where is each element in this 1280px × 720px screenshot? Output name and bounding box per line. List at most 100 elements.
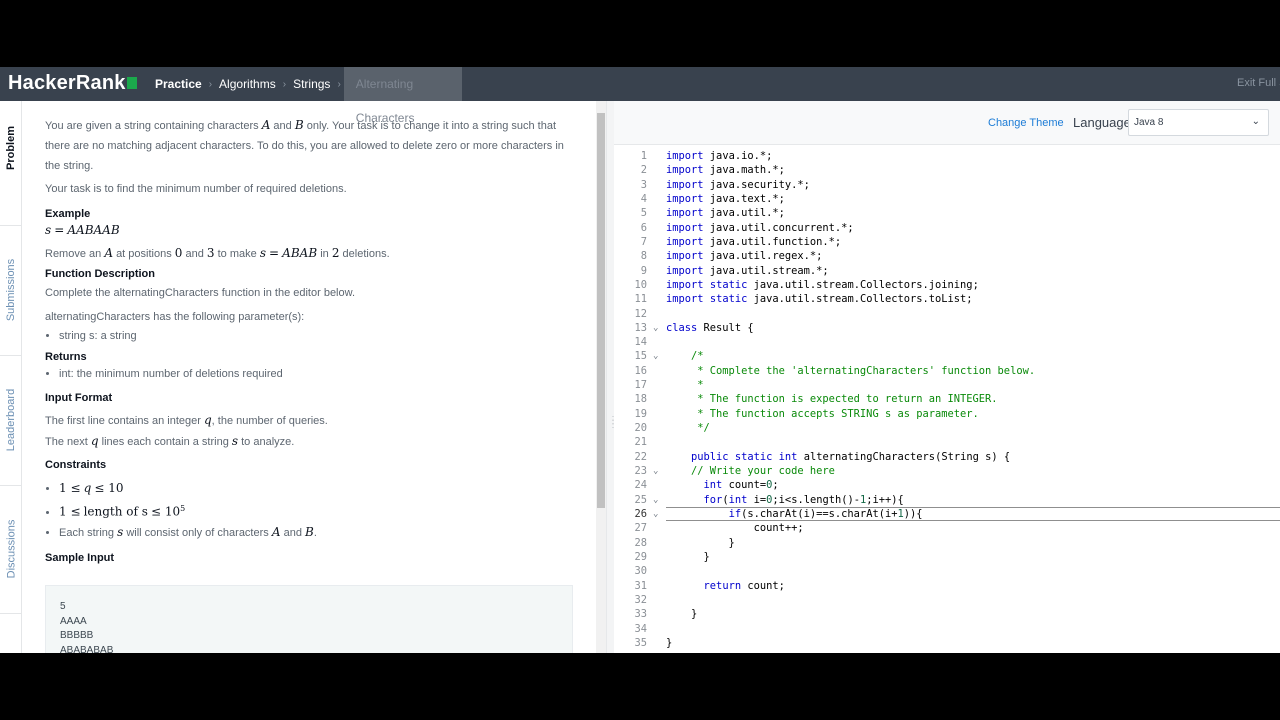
text: . — [313, 526, 317, 539]
breadcrumb-strings[interactable]: Strings — [293, 77, 330, 91]
code-text: import java.util.*; — [666, 207, 785, 220]
breadcrumb-algorithms[interactable]: Algorithms — [219, 77, 276, 91]
change-theme-link[interactable]: Change Theme — [988, 117, 1064, 129]
code-line[interactable]: 18 * The function is expected to return … — [614, 392, 1251, 406]
code-line[interactable]: 32 — [614, 593, 1251, 607]
text: You are given a string containing charac… — [45, 120, 259, 132]
line-number: 7 — [640, 235, 647, 248]
code-line[interactable]: 5 import java.util.*; — [614, 206, 1251, 220]
line-number: 20 — [634, 422, 647, 435]
returns-heading: Returns — [45, 351, 87, 363]
code-text: } — [666, 608, 698, 621]
sample-line: BBBBB — [60, 630, 94, 641]
app-frame: HackerRank Practice › Algorithms › Strin… — [0, 67, 1280, 653]
fold-chevron-icon[interactable]: ⌄ — [653, 464, 658, 478]
code-line[interactable]: 9 import java.util.stream.*; — [614, 264, 1251, 278]
code-line[interactable]: 1 import java.io.*; — [614, 149, 1251, 163]
tab-problem[interactable]: Problem — [0, 101, 22, 195]
text: and — [283, 526, 302, 539]
code-line[interactable]: 8 import java.util.regex.*; — [614, 249, 1251, 263]
code-line[interactable]: 21 — [614, 435, 1251, 449]
code-line[interactable]: 23 ⌄ // Write your code here — [614, 464, 1251, 478]
code-text: import static java.util.stream.Collector… — [666, 278, 979, 291]
code-line[interactable]: 29 } — [614, 550, 1251, 564]
code-text: return count; — [703, 579, 785, 592]
code-line[interactable]: 27 count++; — [614, 521, 1251, 535]
language-select[interactable]: Java 8 ⌄ — [1128, 109, 1269, 136]
code-line[interactable]: 24 int count=0; — [614, 478, 1251, 492]
text: and — [185, 248, 204, 260]
exit-fullscreen-link[interactable]: Exit Full S — [1237, 77, 1280, 89]
function-description-text: Complete the alternatingCharacters funct… — [45, 287, 356, 299]
text: are no matching adjacent characters. To … — [45, 140, 564, 172]
line-number: 15 — [634, 350, 647, 363]
example-explanation: Remove an A at positions 0 and 3 to make… — [45, 243, 577, 264]
code-line[interactable]: 7 import java.util.function.*; — [614, 235, 1251, 249]
sample-input-box: 5 AAAA BBBBB ABABABAB — [45, 585, 573, 653]
code-line[interactable]: 34 — [614, 622, 1251, 636]
code-line[interactable]: 14 — [614, 335, 1251, 349]
tab-leaderboard[interactable]: Leaderboard — [0, 355, 22, 485]
line-number: 5 — [640, 207, 647, 220]
code-line[interactable]: 31 return count; — [614, 579, 1251, 593]
text: to make — [217, 248, 257, 260]
list-item: int: the minimum number of deletions req… — [59, 365, 577, 384]
math-num: ≤ 10 — [151, 504, 181, 519]
code-line[interactable]: 16 * Complete the 'alternatingCharacters… — [614, 364, 1251, 378]
tab-leaderboard-label: Leaderboard — [5, 388, 18, 452]
line-number: 28 — [634, 536, 647, 549]
split-pane-divider[interactable] — [606, 101, 614, 653]
code-line[interactable]: 30 — [614, 564, 1251, 578]
code-text: int count=0; — [703, 479, 779, 492]
fold-chevron-icon[interactable]: ⌄ — [653, 321, 658, 335]
code-line[interactable]: 26 ⌄ if(s.charAt(i)==s.charAt(i+1)){ — [614, 507, 1280, 521]
math-var: q — [203, 413, 212, 427]
line-number: 6 — [640, 221, 647, 234]
code-text: for(int i=0;i<s.length()-1;i++){ — [703, 493, 904, 506]
math-var: B — [294, 118, 304, 132]
fold-chevron-icon[interactable]: ⌄ — [653, 349, 658, 363]
code-line[interactable]: 6 import java.util.concurrent.*; — [614, 221, 1251, 235]
intro-paragraph: You are given a string containing charac… — [45, 115, 577, 176]
code-line[interactable]: 17 * — [614, 378, 1251, 392]
fold-chevron-icon[interactable]: ⌄ — [653, 507, 658, 521]
function-description-heading: Function Description — [45, 268, 155, 280]
problem-scrollbar-thumb[interactable] — [597, 113, 605, 508]
line-number: 22 — [634, 450, 647, 463]
constraints-list: 1 ≤ q ≤ 10 1 ≤ length of s ≤ 105 Each st… — [45, 478, 577, 543]
hackerrank-logo[interactable]: HackerRank — [8, 72, 137, 95]
code-text: import static java.util.stream.Collector… — [666, 293, 973, 306]
code-line[interactable]: 4 import java.text.*; — [614, 192, 1251, 206]
code-line[interactable]: 13 ⌄ class Result { — [614, 321, 1251, 335]
sample-line: ABABABAB — [60, 644, 114, 654]
code-editor[interactable]: 1 import java.io.*; 2 import java.math.*; 3 i… — [614, 149, 1280, 653]
code-line[interactable]: 15 ⌄ /* — [614, 349, 1251, 363]
code-line[interactable]: 33 } — [614, 607, 1251, 621]
math-var: B — [305, 524, 314, 539]
math-var: s — [45, 223, 52, 237]
code-line[interactable]: 35} — [614, 636, 1251, 650]
code-line[interactable]: 11 import static java.util.stream.Collect… — [614, 292, 1251, 306]
breadcrumb-practice[interactable]: Practice — [155, 77, 202, 91]
math-exponent: 5 — [180, 504, 186, 513]
code-line[interactable]: 25 ⌄ for(int i=0;i<s.length()-1;i++){ — [614, 493, 1251, 507]
code-line[interactable]: 22 public static int alternatingCharacte… — [614, 450, 1251, 464]
sample-line: 5 — [60, 601, 66, 612]
math-num: 1 ≤ — [59, 481, 81, 495]
tab-discussions[interactable]: Discussions — [0, 485, 22, 613]
line-number: 12 — [634, 307, 647, 320]
editor-toolbar: Change Theme Language Java 8 ⌄ — [614, 101, 1280, 145]
line-number: 26 — [634, 508, 647, 520]
code-line[interactable]: 10 import static java.util.stream.Collect… — [614, 278, 1251, 292]
code-line[interactable]: 12 — [614, 307, 1251, 321]
fold-chevron-icon[interactable]: ⌄ — [653, 493, 658, 507]
code-text: count++; — [666, 522, 804, 535]
line-number: 16 — [634, 364, 647, 377]
code-line[interactable]: 19 * The function accepts STRING s as pa… — [614, 407, 1251, 421]
line-number: 29 — [634, 550, 647, 563]
code-line[interactable]: 28 } — [614, 536, 1251, 550]
tab-submissions[interactable]: Submissions — [0, 225, 22, 355]
code-line[interactable]: 3 import java.security.*; — [614, 178, 1251, 192]
code-line[interactable]: 20 */ — [614, 421, 1251, 435]
code-line[interactable]: 2 import java.math.*; — [614, 163, 1251, 177]
